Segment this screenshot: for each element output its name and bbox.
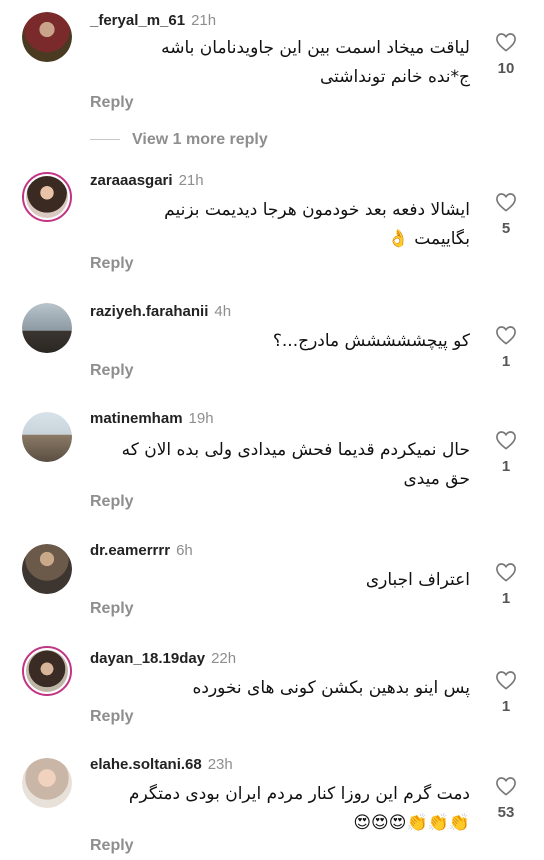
username[interactable]: zaraaasgari xyxy=(90,172,173,189)
comment-text-line: ایشالا دفعه بعد خودمون هرجا دیدیمت بزنیم xyxy=(164,200,470,220)
heart-outline-icon[interactable] xyxy=(495,776,517,796)
heart-outline-icon[interactable] xyxy=(495,430,517,450)
like-control: 1 xyxy=(490,325,522,370)
heart-outline-icon[interactable] xyxy=(495,32,517,52)
comment-meta: matinemham 19h xyxy=(90,410,214,428)
comment-meta: _feryal_m_61 21h xyxy=(90,12,216,30)
comment-text: کو پیچششششش مادرج...؟ xyxy=(90,327,470,356)
like-count: 1 xyxy=(501,353,511,370)
reply-button[interactable]: Reply xyxy=(90,255,134,273)
heart-outline-icon[interactable] xyxy=(495,192,517,212)
username[interactable]: _feryal_m_61 xyxy=(90,12,185,29)
comment-text: حال نمیکردم قدیما فحش میدادی ولی بده الا… xyxy=(90,436,470,494)
comment-meta: dayan_18.19day 22h xyxy=(90,650,236,668)
comment-text: دمت گرم این روزا کنار مردم ایران بودی دم… xyxy=(90,780,470,838)
view-more-replies-button[interactable]: View 1 more reply xyxy=(90,131,268,149)
reply-button[interactable]: Reply xyxy=(90,493,134,511)
like-control: 10 xyxy=(490,32,522,77)
comment-meta: dr.eamerrrr 6h xyxy=(90,542,193,560)
heart-outline-icon[interactable] xyxy=(495,562,517,582)
comment-text: ایشالا دفعه بعد خودمون هرجا دیدیمت بزنیم… xyxy=(90,196,470,254)
comment-text-line: بگاییمت 👌 xyxy=(387,229,470,249)
timestamp: 23h xyxy=(207,756,233,773)
comment-text-line: لیاقت میخاد اسمت بین این جاویدنامان باشه xyxy=(161,38,470,58)
username[interactable]: dayan_18.19day xyxy=(90,650,205,667)
avatar[interactable] xyxy=(22,646,72,696)
timestamp: 22h xyxy=(211,650,237,667)
like-control: 1 xyxy=(490,430,522,475)
reply-button[interactable]: Reply xyxy=(90,708,134,726)
comment-meta: zaraaasgari 21h xyxy=(90,172,204,190)
comment-emoji-line: 👏👏👏😍😍😍 xyxy=(353,813,470,833)
heart-outline-icon[interactable] xyxy=(495,325,517,345)
avatar[interactable] xyxy=(22,12,72,62)
username[interactable]: dr.eamerrrr xyxy=(90,542,170,559)
reply-button[interactable]: Reply xyxy=(90,600,134,618)
comment-meta: elahe.soltani.68 23h xyxy=(90,756,233,774)
like-count: 5 xyxy=(501,220,511,237)
timestamp: 21h xyxy=(191,12,217,29)
like-control: 1 xyxy=(490,670,522,715)
like-count: 10 xyxy=(497,60,515,77)
heart-outline-icon[interactable] xyxy=(495,670,517,690)
timestamp: 6h xyxy=(176,542,193,559)
username[interactable]: matinemham xyxy=(90,410,183,427)
comment-text-line: اعتراف اجباری xyxy=(365,570,470,590)
like-count: 53 xyxy=(497,804,515,821)
username[interactable]: elahe.soltani.68 xyxy=(90,756,202,773)
comment-text-line: ج*نده خانم تونداشتی xyxy=(319,67,470,87)
timestamp: 4h xyxy=(214,303,232,320)
comment-text-line: پس اینو بدهین بکشن کونی های نخورده xyxy=(192,678,470,698)
reply-button[interactable]: Reply xyxy=(90,94,134,112)
comment-text: پس اینو بدهین بکشن کونی های نخورده xyxy=(90,674,470,703)
avatar[interactable] xyxy=(22,412,72,462)
like-count: 1 xyxy=(501,590,511,607)
like-control: 1 xyxy=(490,562,522,607)
comment-text-line: حق میدی xyxy=(403,469,470,489)
avatar[interactable] xyxy=(22,758,72,808)
reply-button[interactable]: Reply xyxy=(90,362,134,380)
comment-text-line: حال نمیکردم قدیما فحش میدادی ولی بده الا… xyxy=(121,440,470,460)
timestamp: 21h xyxy=(178,172,204,189)
avatar[interactable] xyxy=(22,303,72,353)
comment-text: اعتراف اجباری xyxy=(90,566,470,595)
timestamp: 19h xyxy=(188,410,214,427)
like-control: 53 xyxy=(490,776,522,821)
comment-text-line: کو پیچششششش مادرج...؟ xyxy=(272,331,470,351)
username[interactable]: raziyeh.farahanii xyxy=(90,303,208,320)
comment-text-line: دمت گرم این روزا کنار مردم ایران بودی دم… xyxy=(128,784,470,804)
avatar[interactable] xyxy=(22,544,72,594)
reply-button[interactable]: Reply xyxy=(90,837,134,855)
divider xyxy=(90,139,120,141)
comment-text: لیاقت میخاد اسمت بین این جاویدنامان باشه… xyxy=(90,34,470,92)
like-control: 5 xyxy=(490,192,522,237)
view-more-label: View 1 more reply xyxy=(132,131,268,148)
avatar[interactable] xyxy=(22,172,72,222)
like-count: 1 xyxy=(501,458,511,475)
like-count: 1 xyxy=(501,698,511,715)
comment-meta: raziyeh.farahanii 4h xyxy=(90,303,231,321)
